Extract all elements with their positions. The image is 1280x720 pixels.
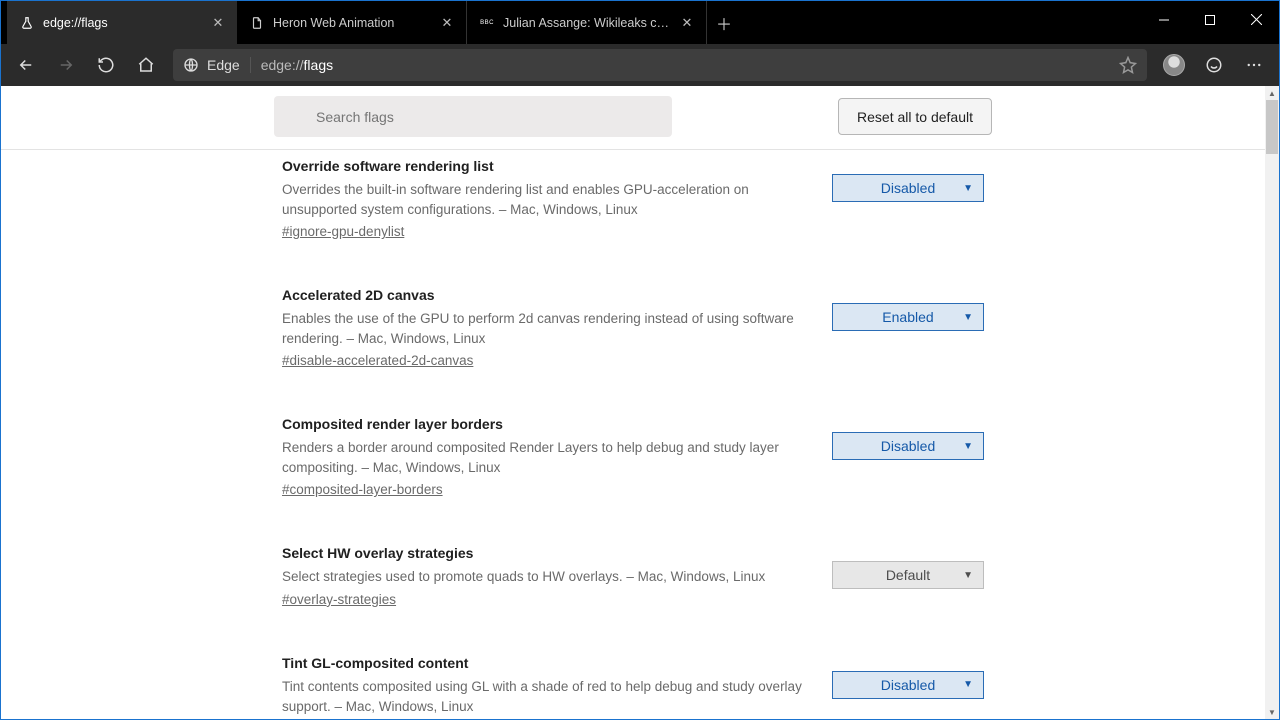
tab-heron[interactable]: Heron Web Animation ✕: [237, 1, 467, 44]
back-button[interactable]: [7, 46, 45, 84]
flag-select[interactable]: Disabled ▼: [832, 671, 984, 699]
flag-anchor-link[interactable]: #composited-layer-borders: [282, 482, 443, 497]
maximize-button[interactable]: [1187, 5, 1233, 35]
chevron-down-icon: ▼: [963, 312, 973, 323]
close-icon[interactable]: ✕: [211, 16, 225, 30]
flag-anchor-link[interactable]: #ignore-gpu-denylist: [282, 224, 404, 239]
scroll-thumb[interactable]: [1266, 100, 1278, 154]
search-input[interactable]: [274, 96, 672, 137]
page-content: Reset all to default Override software r…: [1, 86, 1265, 719]
close-window-button[interactable]: [1233, 5, 1279, 35]
bbc-icon: BBC: [479, 17, 495, 29]
address-bar[interactable]: Edge edge://flags: [173, 49, 1147, 81]
flag-anchor-link[interactable]: #disable-accelerated-2d-canvas: [282, 353, 473, 368]
favorite-icon[interactable]: [1119, 56, 1137, 74]
flag-row: Accelerated 2D canvas Enables the use of …: [282, 287, 984, 416]
flag-row: Tint GL-composited content Tint contents …: [282, 655, 984, 719]
tab-bbc[interactable]: BBC Julian Assange: Wikileaks co-fou ✕: [467, 1, 707, 44]
feedback-button[interactable]: [1195, 46, 1233, 84]
edge-icon: [183, 57, 199, 73]
tab-title: Heron Web Animation: [273, 16, 432, 30]
flag-description: Tint contents composited using GL with a…: [282, 677, 808, 716]
chevron-down-icon: ▼: [963, 183, 973, 194]
flag-title: Override software rendering list: [282, 158, 808, 174]
flag-select-value: Disabled: [881, 180, 935, 196]
flag-select[interactable]: Disabled ▼: [832, 432, 984, 460]
flag-description: Renders a border around composited Rende…: [282, 438, 808, 477]
minimize-button[interactable]: [1141, 5, 1187, 35]
home-button[interactable]: [127, 46, 165, 84]
tab-strip: edge://flags ✕ Heron Web Animation ✕ BBC…: [1, 1, 1141, 44]
avatar-icon: [1163, 54, 1185, 76]
flag-description: Select strategies used to promote quads …: [282, 567, 808, 587]
flask-icon: [19, 15, 35, 31]
scroll-up-button[interactable]: ▲: [1265, 86, 1279, 100]
scroll-down-button[interactable]: ▼: [1265, 705, 1279, 719]
flag-select[interactable]: Enabled ▼: [832, 303, 984, 331]
flag-title: Composited render layer borders: [282, 416, 808, 432]
page-icon: [249, 15, 265, 31]
chevron-down-icon: ▼: [963, 441, 973, 452]
flag-select[interactable]: Disabled ▼: [832, 174, 984, 202]
flag-select-value: Disabled: [881, 677, 935, 693]
forward-button[interactable]: [47, 46, 85, 84]
flag-title: Select HW overlay strategies: [282, 545, 808, 561]
flag-row: Override software rendering list Override…: [282, 158, 984, 287]
toolbar: Edge edge://flags: [1, 44, 1279, 86]
tab-title: Julian Assange: Wikileaks co-fou: [503, 16, 672, 30]
site-identity[interactable]: Edge: [183, 57, 251, 73]
flag-select[interactable]: Default ▼: [832, 561, 984, 589]
flag-title: Accelerated 2D canvas: [282, 287, 808, 303]
flag-row: Select HW overlay strategies Select strat…: [282, 545, 984, 655]
menu-button[interactable]: [1235, 46, 1273, 84]
chevron-down-icon: ▼: [963, 570, 973, 581]
chevron-down-icon: ▼: [963, 679, 973, 690]
close-icon[interactable]: ✕: [680, 16, 694, 30]
flag-title: Tint GL-composited content: [282, 655, 808, 671]
titlebar: edge://flags ✕ Heron Web Animation ✕ BBC…: [1, 1, 1279, 44]
flag-select-value: Default: [886, 567, 930, 583]
tab-flags[interactable]: edge://flags ✕: [7, 1, 237, 44]
flag-description: Overrides the built-in software renderin…: [282, 180, 808, 219]
close-icon[interactable]: ✕: [440, 16, 454, 30]
vertical-scrollbar[interactable]: ▲ ▼: [1265, 86, 1279, 719]
identity-label: Edge: [207, 57, 240, 73]
profile-button[interactable]: [1155, 46, 1193, 84]
flag-anchor-link[interactable]: #overlay-strategies: [282, 592, 396, 607]
url-text: edge://flags: [261, 57, 333, 73]
refresh-button[interactable]: [87, 46, 125, 84]
window-controls: [1141, 1, 1279, 44]
flag-row: Composited render layer borders Renders a…: [282, 416, 984, 545]
flag-select-value: Disabled: [881, 438, 935, 454]
flag-select-value: Enabled: [882, 309, 933, 325]
flag-description: Enables the use of the GPU to perform 2d…: [282, 309, 808, 348]
tab-title: edge://flags: [43, 16, 203, 30]
reset-all-button[interactable]: Reset all to default: [838, 98, 992, 135]
new-tab-button[interactable]: ＋: [707, 1, 741, 44]
